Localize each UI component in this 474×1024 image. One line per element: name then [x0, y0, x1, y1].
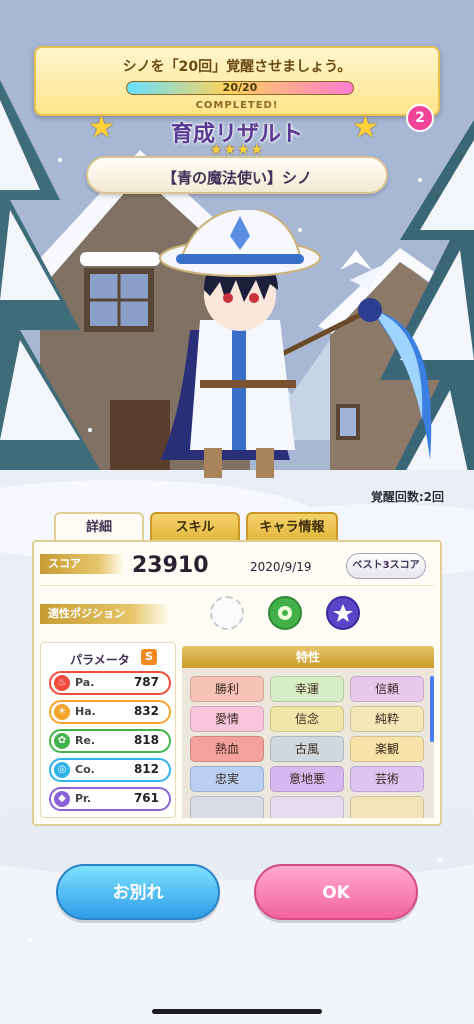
character-name-plate: 【青の魔法使い】シノ [86, 156, 388, 194]
trait-item: 古風 [270, 736, 344, 762]
mission-banner: シノを「20回」覚醒させましょう。 20/20 COMPLETED! [34, 46, 440, 116]
home-indicator[interactable] [152, 1009, 322, 1014]
character-sprite [140, 206, 460, 500]
score-value: 23910 [132, 553, 209, 578]
stat-value: 832 [133, 704, 159, 718]
mission-count: 20/20 [222, 81, 258, 94]
stat-row: ◆ Pr. 761 [49, 787, 171, 811]
stat-name: Pa. [75, 676, 95, 689]
stat-value: 818 [133, 733, 159, 747]
trait-item-partial [190, 796, 264, 818]
stat-row: ✿ Re. 818 [49, 729, 171, 753]
score-row: スコア 23910 2020/9/19 ベスト3スコア [40, 550, 434, 586]
details-panel: スコア 23910 2020/9/19 ベスト3スコア 適性ポジション パラメー… [32, 540, 442, 826]
trait-item: 忠実 [190, 766, 264, 792]
tab-character-info[interactable]: キャラ情報 [246, 512, 338, 542]
parameter-box: パラメータ S ♨ Pa. 787 ☀ Ha. 832 ✿ Re. 818 ◎ … [40, 642, 176, 818]
tab-skill[interactable]: スキル [150, 512, 240, 542]
ok-button[interactable]: OK [254, 864, 418, 920]
stat-name: Re. [75, 734, 96, 747]
trait-item: 楽観 [350, 736, 424, 762]
title-banner: 育成リザルト [94, 116, 380, 147]
score-date: 2020/9/19 [250, 560, 312, 574]
mission-text: シノを「20回」覚醒させましょう。 [122, 59, 352, 75]
stat-row: ◎ Co. 812 [49, 758, 171, 782]
awaken-count: 覚醒回数:2回 [370, 490, 444, 504]
farewell-button[interactable]: お別れ [56, 864, 220, 920]
trait-header: 特性 [182, 646, 434, 668]
trait-item-partial [270, 796, 344, 818]
stat-name: Pr. [75, 792, 92, 805]
parameter-rank-badge: S [141, 649, 157, 665]
character-art [159, 206, 432, 478]
trait-item-partial [350, 796, 424, 818]
water-icon: ◎ [54, 762, 70, 778]
trait-item: 熱血 [190, 736, 264, 762]
trait-item: 勝利 [190, 676, 264, 702]
trait-item: 信頼 [350, 676, 424, 702]
trait-item: 信念 [270, 706, 344, 732]
best-score-button[interactable]: ベスト3スコア [346, 553, 426, 579]
score-label: スコア [40, 554, 124, 574]
position-row: 適性ポジション [40, 592, 434, 636]
stat-value: 812 [133, 762, 159, 776]
flame-icon: ♨ [54, 675, 70, 691]
stat-name: Co. [75, 763, 95, 776]
mission-progress-bar: 20/20 [126, 81, 354, 95]
position-label: 適性ポジション [40, 604, 170, 624]
trait-item: 幸運 [270, 676, 344, 702]
stat-row: ☀ Ha. 832 [49, 700, 171, 724]
tab-details[interactable]: 詳細 [54, 512, 144, 542]
character-name: 【青の魔法使い】シノ [161, 169, 312, 187]
stat-row: ♨ Pa. 787 [49, 671, 171, 695]
trait-item: 芸術 [350, 766, 424, 792]
stat-value: 787 [133, 675, 159, 689]
trait-list[interactable]: 勝利 幸運 信頼 愛情 信念 純粋 熱血 古風 楽観 忠実 意地悪 芸術 [182, 668, 434, 818]
star-position-icon [326, 596, 360, 630]
stat-value: 761 [133, 791, 159, 805]
trait-scrollbar[interactable] [430, 676, 434, 742]
stat-name: Ha. [75, 705, 96, 718]
trait-box: 特性 勝利 幸運 信頼 愛情 信念 純粋 熱血 古風 楽観 忠実 意地悪 芸術 [182, 646, 434, 818]
notification-badge[interactable]: 2 [406, 104, 434, 132]
clover-position-icon [268, 596, 302, 630]
diamond-icon: ◆ [54, 791, 70, 807]
empty-position-icon [210, 596, 244, 630]
sun-icon: ☀ [54, 704, 70, 720]
trait-item: 意地悪 [270, 766, 344, 792]
trait-item: 愛情 [190, 706, 264, 732]
clover-icon: ✿ [54, 733, 70, 749]
trait-item: 純粋 [350, 706, 424, 732]
